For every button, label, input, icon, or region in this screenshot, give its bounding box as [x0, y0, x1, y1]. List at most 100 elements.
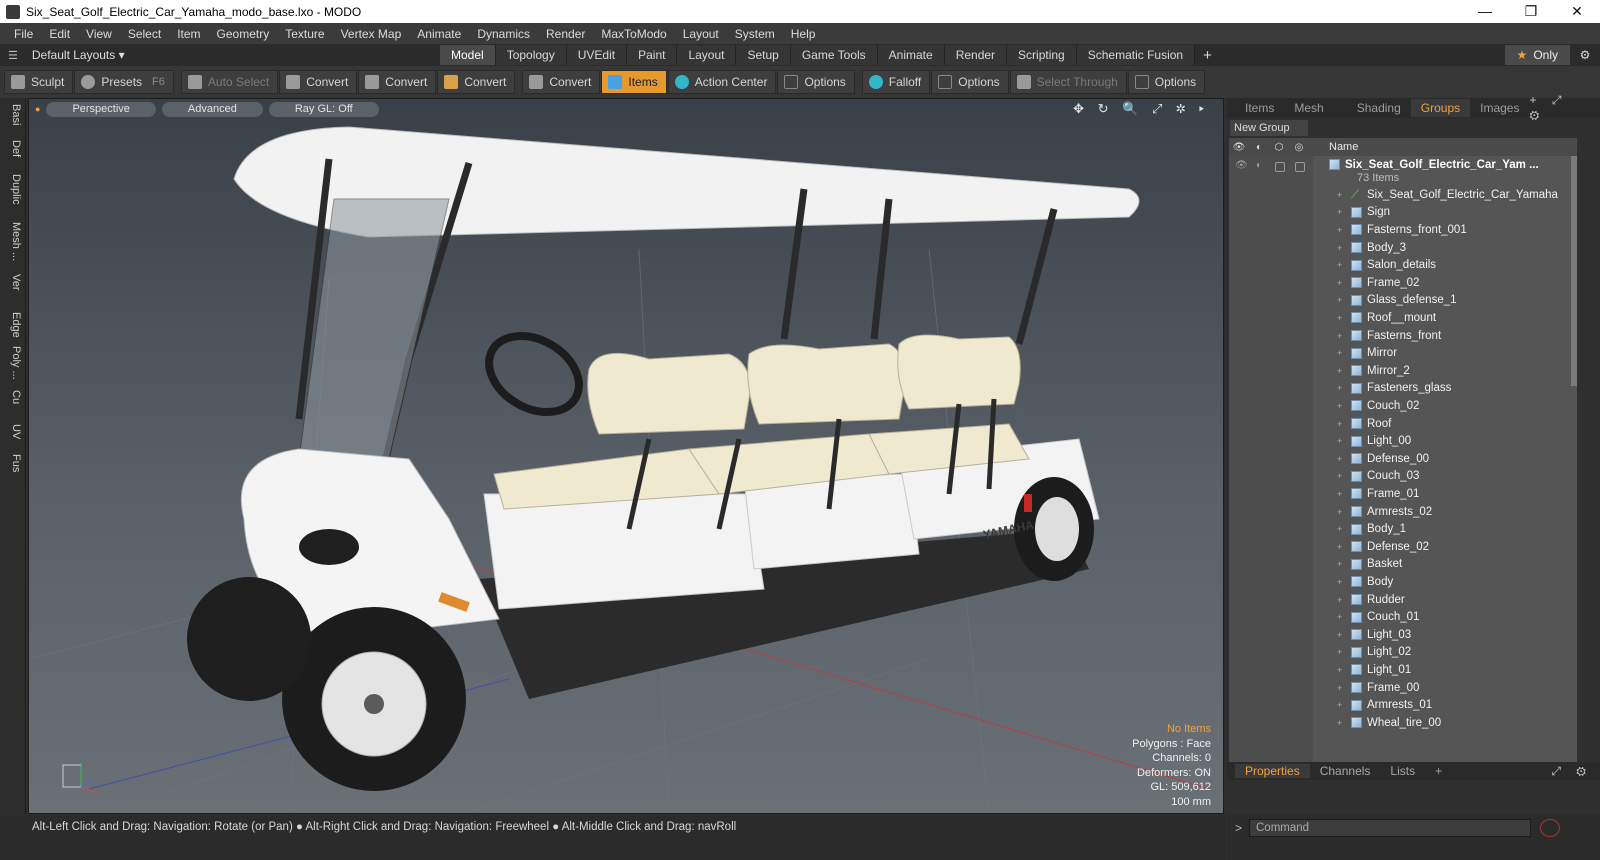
menu-render[interactable]: Render: [538, 27, 593, 41]
menu-system[interactable]: System: [727, 27, 783, 41]
tab-uv[interactable]: UV: [4, 424, 22, 439]
group-item-row[interactable]: + Armrests_02: [1337, 503, 1432, 521]
expand-icon[interactable]: +: [1337, 313, 1351, 323]
add-tab-button[interactable]: +: [1195, 47, 1220, 64]
only-toggle[interactable]: ★ Only: [1504, 45, 1570, 65]
falloff-options-button[interactable]: Options: [931, 70, 1009, 94]
group-item-row[interactable]: + Fasterns_front_001: [1337, 221, 1467, 239]
tab-vertex[interactable]: Ver: [4, 274, 22, 291]
command-input[interactable]: Command: [1249, 819, 1531, 837]
group-item-row[interactable]: + Frame_02: [1337, 274, 1419, 292]
menu-item[interactable]: Item: [169, 27, 208, 41]
viewport-menu-icon[interactable]: ●: [35, 104, 40, 114]
group-item-row[interactable]: + Basket: [1337, 556, 1402, 574]
name-column-header[interactable]: Name: [1329, 141, 1358, 153]
tab-shading[interactable]: Shading: [1347, 99, 1411, 117]
group-item-row[interactable]: + Sign: [1337, 204, 1390, 222]
items-mode-button[interactable]: Items: [601, 70, 667, 94]
group-item-row[interactable]: + Body_3: [1337, 239, 1406, 257]
convert-items-button[interactable]: Convert: [522, 70, 601, 94]
minimize-button[interactable]: —: [1462, 3, 1508, 20]
tab-channels[interactable]: Channels: [1310, 764, 1381, 778]
expand-icon[interactable]: +: [1337, 595, 1351, 605]
group-item-row[interactable]: + Salon_details: [1337, 256, 1436, 274]
menu-geometry[interactable]: Geometry: [209, 27, 278, 41]
menu-animate[interactable]: Animate: [409, 27, 469, 41]
tab-items[interactable]: Items: [1235, 99, 1284, 117]
tab-basic[interactable]: Basi: [4, 104, 22, 125]
action-center-button[interactable]: Action Center: [667, 70, 777, 94]
convert-edges-button[interactable]: Convert: [358, 70, 437, 94]
group-item-row[interactable]: + Frame_00: [1337, 679, 1419, 697]
expand-icon[interactable]: +: [1337, 524, 1351, 534]
expand-icon[interactable]: +: [1337, 471, 1351, 481]
tab-paint[interactable]: Paint: [627, 45, 678, 65]
select-column-icon[interactable]: ◎: [1289, 142, 1309, 153]
group-item-row[interactable]: + Couch_02: [1337, 397, 1419, 415]
expand-icon[interactable]: +: [1337, 700, 1351, 710]
expand-icon[interactable]: +: [1337, 507, 1351, 517]
tab-curve[interactable]: Cu: [4, 390, 22, 404]
group-item-row[interactable]: + Wheal_tire_00: [1337, 714, 1441, 732]
close-button[interactable]: ✕: [1554, 3, 1600, 20]
expand-icon[interactable]: +: [1337, 718, 1351, 728]
group-item-row[interactable]: + Light_02: [1337, 644, 1411, 662]
gear-icon[interactable]: ⚙: [1570, 48, 1600, 62]
layouts-menu-icon[interactable]: ☰: [8, 49, 18, 62]
select-options-button[interactable]: Options: [1127, 70, 1206, 94]
tab-lists[interactable]: Lists: [1380, 764, 1425, 778]
group-item-row[interactable]: + Light_01: [1337, 661, 1411, 679]
expand-icon[interactable]: +: [1337, 683, 1351, 693]
expand-icon[interactable]: +: [1337, 331, 1351, 341]
lock-column-icon[interactable]: ⬡: [1269, 142, 1289, 153]
expand-icon[interactable]: +: [1337, 207, 1351, 217]
expand-icon[interactable]: +: [1337, 489, 1351, 499]
expand-icon[interactable]: +: [1337, 225, 1351, 235]
raygl-button[interactable]: Ray GL: Off: [268, 101, 379, 117]
expand-icon[interactable]: +: [1337, 243, 1351, 253]
tab-setup[interactable]: Setup: [736, 45, 791, 65]
tab-uvedit[interactable]: UVEdit: [566, 45, 628, 65]
menu-help[interactable]: Help: [783, 27, 824, 41]
group-item-row[interactable]: + Frame_01: [1337, 485, 1419, 503]
group-item-row[interactable]: + Roof: [1337, 415, 1391, 433]
menu-maxtomodo[interactable]: MaxToModo: [593, 27, 674, 41]
group-item-row[interactable]: + Fasteners_glass: [1337, 380, 1451, 398]
menu-texture[interactable]: Texture: [277, 27, 332, 41]
expand-icon[interactable]: +: [1337, 383, 1351, 393]
tab-fusion[interactable]: Fus: [4, 454, 22, 472]
add-panel-tab[interactable]: +: [1425, 764, 1452, 778]
menu-vertex-map[interactable]: Vertex Map: [333, 27, 410, 41]
presets-button[interactable]: Presets F6: [74, 70, 174, 94]
expand-icon[interactable]: +: [1337, 348, 1351, 358]
advanced-button[interactable]: Advanced: [161, 101, 263, 117]
menu-file[interactable]: File: [6, 27, 41, 41]
tab-animate[interactable]: Animate: [877, 45, 945, 65]
group-item-row[interactable]: + Glass_defense_1: [1337, 292, 1457, 310]
action-center-options-button[interactable]: Options: [777, 70, 855, 94]
sculpt-button[interactable]: Sculpt: [4, 70, 74, 94]
group-item-row[interactable]: + Couch_03: [1337, 468, 1419, 486]
expand-icon[interactable]: +: [1337, 436, 1351, 446]
convert-polygons-button[interactable]: Convert: [437, 70, 516, 94]
expand-icon[interactable]: +: [1337, 630, 1351, 640]
tab-topology[interactable]: Topology: [495, 45, 567, 65]
menu-view[interactable]: View: [78, 27, 120, 41]
select-through-button[interactable]: Select Through: [1009, 70, 1127, 94]
expand-icon[interactable]: +: [1337, 419, 1351, 429]
group-item-row[interactable]: + Couch_01: [1337, 608, 1419, 626]
layouts-dropdown[interactable]: Default Layouts ▾: [32, 48, 125, 62]
perspective-button[interactable]: Perspective: [46, 101, 156, 117]
group-item-row[interactable]: + Light_03: [1337, 626, 1411, 644]
expand-icon[interactable]: +: [1337, 542, 1351, 552]
expand-icon[interactable]: +: [1337, 190, 1351, 200]
tab-game-tools[interactable]: Game Tools: [790, 45, 878, 65]
expand-icon[interactable]: +: [1337, 577, 1351, 587]
expand-icon[interactable]: +: [1337, 278, 1351, 288]
tab-mesh[interactable]: Mesh ...: [1284, 99, 1346, 133]
group-item-row[interactable]: + ⟋ Six_Seat_Golf_Electric_Car_Yamaha: [1337, 186, 1558, 204]
tab-groups[interactable]: Groups: [1410, 99, 1471, 117]
expand-icon[interactable]: +: [1337, 260, 1351, 270]
panel-expand-icon[interactable]: + ⤢ ⚙: [1529, 93, 1600, 123]
tab-scripting[interactable]: Scripting: [1007, 45, 1077, 65]
